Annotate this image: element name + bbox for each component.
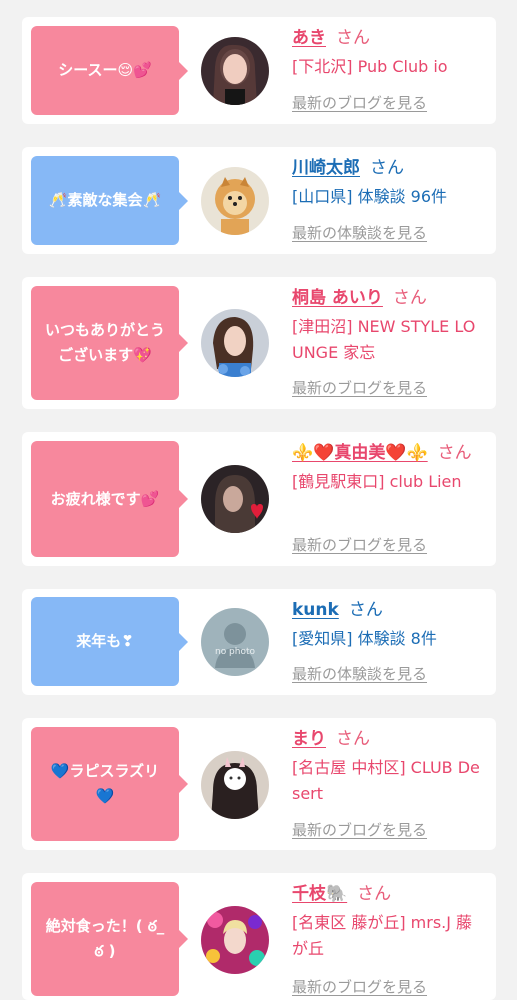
user-name-link[interactable]: まり — [292, 729, 326, 749]
entry-info: kunk さん [愛知県] 体験談 8件 — [292, 598, 484, 652]
shop-label: [鶴見駅東口] club Lien — [292, 472, 462, 491]
list-item: 絶対食った！( ఠ_ఠ ) 千枝🐘 さん [名東区 藤が丘] mrs.J 藤が丘 … — [22, 873, 496, 1000]
user-name-link[interactable]: 千枝🐘 — [292, 884, 347, 904]
entry-info: 桐島 あいり さん [津田沼] NEW STYLE LOUNGE 家忘 — [292, 286, 484, 366]
entry-info: 川崎太郎 さん [山口県] 体験談 96件 — [292, 156, 484, 210]
message-bubble: 絶対食った！( ఠ_ఠ ) — [31, 882, 188, 996]
entry-info: まり さん [名古屋 中村区] CLUB Desert — [292, 727, 484, 807]
user-name-link[interactable]: あき — [292, 28, 326, 48]
pomeranian-photo-icon[interactable] — [201, 167, 269, 235]
latest-blog-link[interactable]: 最新のブログを見る — [292, 976, 427, 997]
latest-blog-link[interactable]: 最新のブログを見る — [292, 819, 427, 840]
entry-info: 千枝🐘 さん [名東区 藤が丘] mrs.J 藤が丘 — [292, 882, 484, 962]
honorific: さん — [437, 443, 472, 463]
honorific: さん — [357, 884, 392, 904]
woman-photo-icon[interactable] — [201, 309, 269, 377]
user-name-link[interactable]: ⚜️❤️真由美❤️⚜️ — [292, 443, 428, 463]
message-bubble: 💙ラピスラズリ💙 — [31, 727, 188, 841]
entry-info: ⚜️❤️真由美❤️⚜️ さん [鶴見駅東口] club Lien — [292, 441, 484, 495]
woman-photo-icon[interactable] — [201, 751, 269, 819]
message-bubble: 🥂素敵な集会🥂 — [31, 156, 188, 245]
message-bubble: 来年も❣ — [31, 597, 188, 686]
list-item: シースー😌💕 あき さん [下北沢] Pub Club io 最新のブログを見る — [22, 17, 496, 124]
honorific: さん — [392, 288, 427, 308]
user-name-link[interactable]: kunk — [292, 600, 339, 620]
latest-review-link[interactable]: 最新の体験談を見る — [292, 663, 427, 684]
latest-blog-link[interactable]: 最新のブログを見る — [292, 534, 427, 555]
list-item: 🥂素敵な集会🥂 川崎太郎 さん [山口県] 体験談 96件 最新の体験談を見る — [22, 147, 496, 254]
honorific: さん — [348, 600, 383, 620]
shop-label: [愛知県] 体験談 8件 — [292, 629, 437, 648]
woman-photo-icon[interactable] — [201, 37, 269, 105]
no-photo-text: no photo — [215, 647, 256, 657]
message-bubble: お疲れ様です💕 — [31, 441, 188, 557]
list-item: 来年も❣ no photo kunk さん [愛知県] 体験談 8件 最新の体験談… — [22, 589, 496, 695]
honorific: さん — [336, 729, 370, 749]
list-item: いつもありがとうございます💖 桐島 あいり さん [津田沼] NEW STYLE … — [22, 277, 496, 409]
user-name-link[interactable]: 川崎太郎 — [292, 158, 360, 178]
shop-label: [名東区 藤が丘] mrs.J 藤が丘 — [292, 913, 473, 958]
list-item: 💙ラピスラズリ💙 まり さん [名古屋 中村区] CLUB Desert 最新のブ… — [22, 718, 496, 850]
no-photo-placeholder-icon[interactable]: no photo — [201, 608, 269, 676]
shop-label: [津田沼] NEW STYLE LOUNGE 家忘 — [292, 317, 476, 362]
user-name-link[interactable]: 桐島 あいり — [292, 288, 383, 308]
latest-blog-link[interactable]: 最新のブログを見る — [292, 92, 427, 113]
message-bubble: いつもありがとうございます💖 — [31, 286, 188, 400]
list-item: お疲れ様です💕 ⚜️❤️真由美❤️⚜️ さん [鶴見駅東口] club Lien … — [22, 432, 496, 566]
latest-blog-link[interactable]: 最新のブログを見る — [292, 377, 427, 398]
honorific: さん — [370, 158, 404, 178]
shop-label: [名古屋 中村区] CLUB Desert — [292, 758, 480, 803]
woman-photo-icon[interactable] — [201, 906, 269, 974]
woman-photo-icon[interactable] — [201, 465, 269, 533]
honorific: さん — [336, 28, 370, 48]
message-bubble: シースー😌💕 — [31, 26, 188, 115]
shop-label: [山口県] 体験談 96件 — [292, 187, 448, 206]
entry-info: あき さん [下北沢] Pub Club io — [292, 26, 484, 80]
latest-review-link[interactable]: 最新の体験談を見る — [292, 222, 427, 243]
shop-label: [下北沢] Pub Club io — [292, 57, 448, 76]
